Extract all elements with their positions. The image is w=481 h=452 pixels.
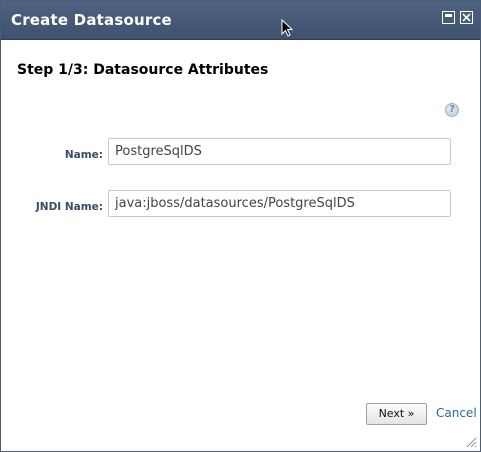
resize-grip-icon[interactable] (465, 436, 477, 448)
maximize-button[interactable] (442, 11, 455, 24)
create-datasource-dialog: Create Datasource Step 1/3: Datasource A… (0, 0, 481, 452)
name-label: Name: (64, 149, 103, 161)
dialog-titlebar[interactable]: Create Datasource (1, 1, 480, 40)
mouse-cursor-icon (281, 19, 293, 37)
next-button[interactable]: Next » (366, 403, 427, 425)
jndi-name-label: JNDI Name: (35, 201, 103, 213)
name-input[interactable]: PostgreSqlDS (108, 138, 451, 165)
dialog-title: Create Datasource (11, 11, 172, 29)
help-icon[interactable]: ? (445, 103, 459, 117)
cancel-link[interactable]: Cancel (436, 406, 477, 420)
wizard-step-title: Step 1/3: Datasource Attributes (17, 62, 269, 78)
maximize-icon (445, 14, 452, 17)
jndi-name-input[interactable]: java:jboss/datasources/PostgreSqlDS (108, 190, 451, 217)
close-icon (462, 13, 471, 22)
close-button[interactable] (460, 11, 473, 24)
